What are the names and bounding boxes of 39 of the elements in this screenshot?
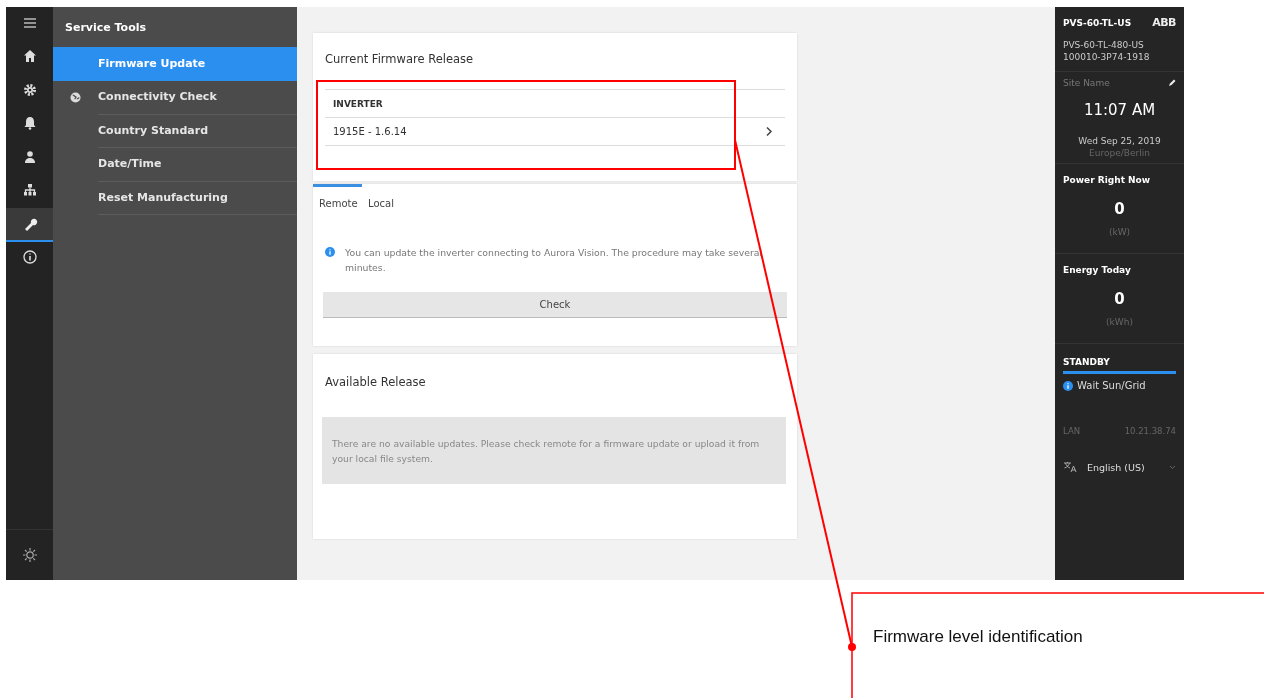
- tab[interactable]: Remote: [313, 184, 362, 212]
- metric-unit: (kW): [1107, 227, 1132, 239]
- metric-label: Power Right Now: [1063, 174, 1152, 185]
- globe-icon: [70, 91, 81, 103]
- lan-label: LAN: [1063, 426, 1081, 436]
- timezone-text: Europe/Berlin: [1088, 147, 1151, 159]
- pencil-icon[interactable]: [1168, 79, 1176, 87]
- card-title: Current Firmware Release: [325, 52, 475, 66]
- logo: ABB: [1152, 16, 1176, 29]
- table-row[interactable]: 1915E - 1.6.14: [325, 117, 785, 146]
- chevron-right-icon: [765, 126, 773, 137]
- device-model: PVS-60-TL-US: [1063, 17, 1132, 28]
- metric-unit: (kWh): [1105, 317, 1134, 329]
- check-button[interactable]: Check: [323, 292, 787, 318]
- annotation-text: Firmware level identification: [873, 627, 1083, 647]
- clock-time: 11:07 AM: [1082, 101, 1157, 119]
- sidebar-title: Service Tools: [65, 20, 147, 34]
- info-icon[interactable]: [20, 248, 39, 267]
- tab[interactable]: Local: [362, 184, 400, 212]
- leader-dot: [848, 643, 856, 651]
- device-model-full: PVS-60-TL-480-US: [1063, 39, 1145, 51]
- translate-icon[interactable]: [1063, 461, 1077, 473]
- info-icon: [325, 247, 335, 257]
- status-label: STANDBY: [1063, 356, 1111, 367]
- metric-label: Energy Today: [1063, 264, 1132, 275]
- date-text: Wed Sep 25, 2019: [1077, 135, 1162, 147]
- metric-value: 0: [1113, 200, 1126, 218]
- message-panel: There are no available updates. Please check remote for a firmware update or upload it from your local file system.: [322, 417, 786, 484]
- serial-number: 100010-3P74-1918: [1063, 51, 1151, 63]
- column-header: INVERTER: [333, 98, 383, 109]
- status-message: Wait Sun/Grid: [1077, 380, 1146, 391]
- info-icon: [1063, 380, 1073, 391]
- language-select[interactable]: English (US): [1087, 461, 1145, 473]
- card-title: Available Release: [325, 375, 427, 389]
- sun-icon[interactable]: [20, 546, 39, 564]
- lan-address: 10.21.38.74: [1124, 426, 1176, 436]
- metric-value: 0: [1113, 290, 1126, 308]
- site-name-field[interactable]: Site Name: [1063, 78, 1168, 88]
- chevron-down-icon[interactable]: [1169, 464, 1176, 470]
